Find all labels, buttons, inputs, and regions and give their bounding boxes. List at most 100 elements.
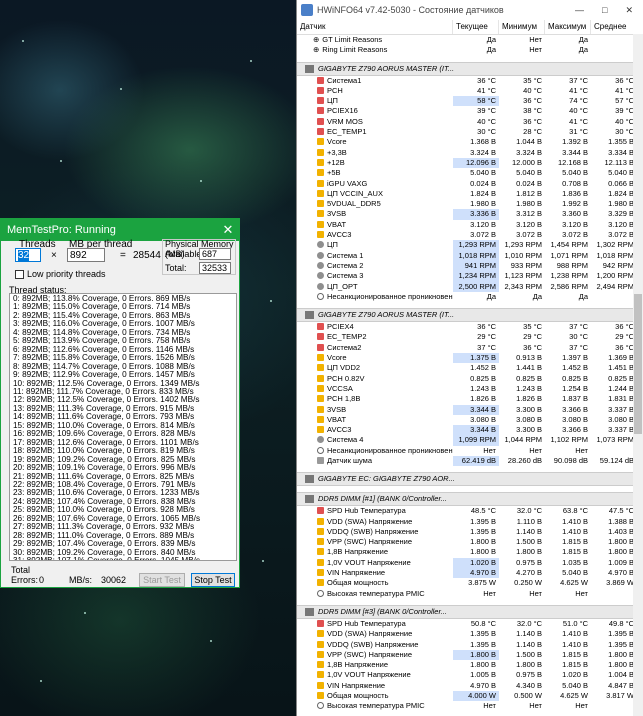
scrollbar-thumb[interactable] <box>634 294 642 434</box>
sensor-min-value: 933 RPM <box>510 260 542 270</box>
thread-status-list[interactable]: 0: 892MB; 113.8% Coverage, 0 Errors. 869… <box>9 293 237 561</box>
column-header-current[interactable]: Текущее <box>453 20 499 34</box>
sensor-row[interactable]: VIN Напряжение 4.970 В 4.340 В 5.040 В 4.847… <box>297 681 643 691</box>
sensor-row[interactable]: ⊕ GT Limit Reasons Да Нет Да <box>297 35 643 45</box>
sensor-max-value: 988 RPM <box>556 260 588 270</box>
sensor-min-value: 12.000 В <box>511 157 542 167</box>
sensor-row[interactable]: EC_TEMP2 29 °C 29 °C 30 °C 29 °C <box>297 332 643 342</box>
sensor-row[interactable]: ЦП 58 °C 36 °C 74 °C 57 °C <box>297 96 643 107</box>
sensor-row[interactable]: VBAT 3.080 В 3.080 В 3.080 В 3.080 В <box>297 415 643 425</box>
sensor-avg-value: 3.337 В <box>608 404 634 414</box>
threads-input[interactable]: 32 <box>15 248 41 262</box>
sensor-row[interactable]: EC_TEMP1 30 °C 28 °C 31 °C 30 °C <box>297 127 643 137</box>
sensor-row[interactable]: Vcore 1.368 В 1.044 В 1.392 В 1.355 В <box>297 137 643 147</box>
row-spacer <box>297 619 313 629</box>
sensor-row[interactable]: +12В 12.096 В 12.000 В 12.168 В 12.113 В <box>297 157 643 169</box>
sensor-row[interactable]: SPD Hub Температура 50.8 °C 32.0 °C 51.0 °C… <box>297 619 643 629</box>
hwinfo-titlebar[interactable]: HWiNFO64 v7.42-5030 - Состояние датчиков… <box>297 0 643 20</box>
scrollbar[interactable] <box>633 34 643 716</box>
sensor-row[interactable]: 1,8В Напряжение 1.800 В 1.800 В 1.815 В 1.80… <box>297 547 643 557</box>
sensor-row[interactable]: VDDQ (SWB) Напряжение 1.395 В 1.140 В 1.410… <box>297 527 643 537</box>
column-header-min[interactable]: Минимум <box>499 20 545 34</box>
sensor-row[interactable]: Система 1 1,018 RPM 1,010 RPM 1,071 RPM 1,01… <box>297 250 643 261</box>
start-test-button[interactable]: Start Test <box>139 573 185 587</box>
sensor-row[interactable]: Высокая температура PMIC Нет Нет Нет <box>297 701 643 711</box>
sensor-group-header[interactable]: DDR5 DIMM [#1] (BANK 0/Controller... <box>297 492 643 507</box>
sensor-row[interactable]: +3,3В 3.324 В 3.324 В 3.344 В 3.334 В <box>297 148 643 158</box>
close-icon[interactable]: ✕ <box>625 5 633 16</box>
sensor-max-value: 1,454 RPM <box>550 240 588 250</box>
sensor-row[interactable]: PCH 1,8В 1.826 В 1.826 В 1.837 В 1.831 В <box>297 394 643 404</box>
sensor-min-value: 0.250 W <box>514 578 542 588</box>
sensor-row[interactable]: 1,0V VOUT Напряжение 1.020 В 0.975 В 1.035 … <box>297 557 643 569</box>
sensor-row[interactable]: AVCC3 3.072 В 3.072 В 3.072 В 3.072 В <box>297 230 643 240</box>
lightning-icon <box>317 661 324 669</box>
sensor-row[interactable]: Система 2 941 RPM 933 RPM 988 RPM 942 RPM <box>297 260 643 272</box>
sensor-row[interactable]: 3VSB 3.344 В 3.300 В 3.366 В 3.337 В <box>297 404 643 415</box>
expand-icon[interactable]: ⊕ <box>313 45 319 54</box>
stop-test-button[interactable]: Stop Test <box>191 573 235 587</box>
sensor-row[interactable]: AVCC3 3.344 В 3.300 В 3.366 В 3.337 В <box>297 425 643 436</box>
sensor-row[interactable]: VPP (SWC) Напряжение 1.800 В 1.500 В 1.815 … <box>297 537 643 547</box>
sensor-row[interactable]: Несанкционированное проникновение Нет Нет Н… <box>297 446 643 456</box>
sensor-row[interactable]: Система 4 1,099 RPM 1,044 RPM 1,102 RPM 1,07… <box>297 435 643 446</box>
sensor-row[interactable]: VDD (SWA) Напряжение 1.395 В 1.140 В 1.410 … <box>297 629 643 639</box>
memtest-titlebar[interactable]: MemTestPro: Running ✕ <box>1 219 239 241</box>
minimize-icon[interactable]: — <box>575 5 584 16</box>
sensor-row[interactable]: VPP (SWC) Напряжение 1.800 В 1.500 В 1.815 … <box>297 649 643 661</box>
sensor-row[interactable]: +5В 5.040 В 5.040 В 5.040 В 5.040 В <box>297 168 643 178</box>
sensor-row[interactable]: VRM MOS 40 °C 36 °C 41 °C 40 °C <box>297 117 643 127</box>
sensor-row[interactable]: ЦП_OPT 2,500 RPM 2,343 RPM 2,586 RPM 2,494 R… <box>297 281 643 292</box>
sensor-row[interactable]: 5VDUAL_DDR5 1.980 В 1.980 В 1.992 В 1.980 В <box>297 199 643 209</box>
sensor-row[interactable]: VDD (SWA) Напряжение 1.395 В 1.110 В 1.410 … <box>297 517 643 527</box>
expand-icon[interactable]: ⊕ <box>313 35 319 44</box>
sensor-row[interactable]: VBAT 3.120 В 3.120 В 3.120 В 3.120 В <box>297 220 643 230</box>
column-header-max[interactable]: Максимум <box>545 20 591 34</box>
sensor-current-value: Да <box>486 291 496 301</box>
lightning-icon <box>317 579 324 587</box>
sensor-row[interactable]: ЦП 1,293 RPM 1,293 RPM 1,454 RPM 1,302 RPM <box>297 240 643 251</box>
sensor-group-header[interactable]: DDR5 DIMM [#3] (BANK 0/Controller... <box>297 604 643 619</box>
sensor-max-value: 3.366 В <box>562 404 588 414</box>
sensor-row[interactable]: ⊕ Ring Limit Reasons Да Нет Да <box>297 45 643 55</box>
sensor-group-header[interactable]: GIGABYTE Z790 AORUS MASTER (IT... <box>297 61 643 76</box>
sensor-row[interactable]: Система2 37 °C 36 °C 37 °C 36 °C <box>297 343 643 353</box>
sensor-row[interactable]: iGPU VAXG 0.024 В 0.024 В 0.708 В 0.066 В <box>297 179 643 189</box>
sensor-row[interactable]: Несанкционированное проникновение Да Да Да <box>297 292 643 302</box>
sensor-row[interactable]: VIN Напряжение 4.970 В 4.270 В 5.040 В 4.970… <box>297 568 643 579</box>
sensor-row[interactable]: PCIEX16 39 °C 38 °C 40 °C 39 °C <box>297 106 643 116</box>
sensor-row[interactable]: Общая мощность 4.000 W 0.500 W 4.625 W 3.817… <box>297 691 643 702</box>
sensor-row[interactable]: PCH 41 °C 40 °C 41 °C 41 °C <box>297 86 643 96</box>
sensor-min-value: 3.300 В <box>516 404 542 414</box>
sensor-row[interactable]: PCIEX4 36 °C 35 °C 37 °C 36 °C <box>297 322 643 332</box>
maximize-icon[interactable]: □ <box>602 5 607 16</box>
sensor-avg-value: 2,494 RPM <box>596 281 634 291</box>
mb-per-thread-input[interactable]: 892 <box>67 248 105 262</box>
sensor-row[interactable]: ЦП VCCIN_AUX 1.824 В 1.812 В 1.836 В 1.824 В <box>297 189 643 199</box>
column-header-avg[interactable]: Среднее <box>591 20 637 34</box>
sensor-max-value: 1.815 В <box>562 649 588 659</box>
low-priority-checkbox[interactable] <box>15 270 24 279</box>
sensor-row[interactable]: 1,8В Напряжение 1.800 В 1.800 В 1.815 В 1.80… <box>297 660 643 670</box>
lightning-icon <box>317 364 324 372</box>
sensor-name: Vcore <box>327 137 347 147</box>
sensor-row[interactable]: Система1 36 °C 35 °C 37 °C 36 °C <box>297 76 643 86</box>
sensor-group-header[interactable]: GIGABYTE Z790 AORUS MASTER (IT... <box>297 308 643 323</box>
sensor-row[interactable]: Высокая температура PMIC Нет Нет Нет <box>297 589 643 599</box>
sensor-row[interactable]: ЦП VDD2 1.452 В 1.441 В 1.452 В 1.451 В <box>297 363 643 373</box>
sensor-row[interactable]: Система 3 1,234 RPM 1,123 RPM 1,238 RPM 1,20… <box>297 271 643 282</box>
sensor-row[interactable]: Общая мощность 3.875 W 0.250 W 4.625 W 3.869… <box>297 578 643 588</box>
sensor-row[interactable]: VDDQ (SWB) Напряжение 1.395 В 1.140 В 1.410… <box>297 640 643 650</box>
sensor-row[interactable]: PCH 0.82V 0.825 В 0.825 В 0.825 В 0.825 В <box>297 374 643 384</box>
sensor-row[interactable]: Датчик шума 62.419 dB 28.260 dB 90.098 dB 59… <box>297 455 643 467</box>
sensor-row[interactable]: VCCSA 1.243 В 1.243 В 1.254 В 1.244 В <box>297 384 643 394</box>
column-header-sensor[interactable]: Датчик <box>297 20 453 34</box>
close-icon[interactable]: ✕ <box>217 222 239 238</box>
thermometer-icon <box>317 117 324 125</box>
sensor-group-header[interactable]: GIGABYTE EC: GIGABYTE Z790 AOR... <box>297 472 643 487</box>
sensor-row[interactable]: Vcore 1.375 В 0.913 В 1.397 В 1.369 В <box>297 353 643 364</box>
sensor-row[interactable]: SPD Hub Температура 48.5 °C 32.0 °C 63.8 °C… <box>297 506 643 516</box>
sensor-max-value: Да <box>578 45 588 55</box>
sensor-row[interactable]: 1,0V VOUT Напряжение 1.005 В 0.975 В 1.020 … <box>297 670 643 680</box>
sensor-row[interactable]: 3VSB 3.336 В 3.312 В 3.360 В 3.329 В <box>297 209 643 220</box>
